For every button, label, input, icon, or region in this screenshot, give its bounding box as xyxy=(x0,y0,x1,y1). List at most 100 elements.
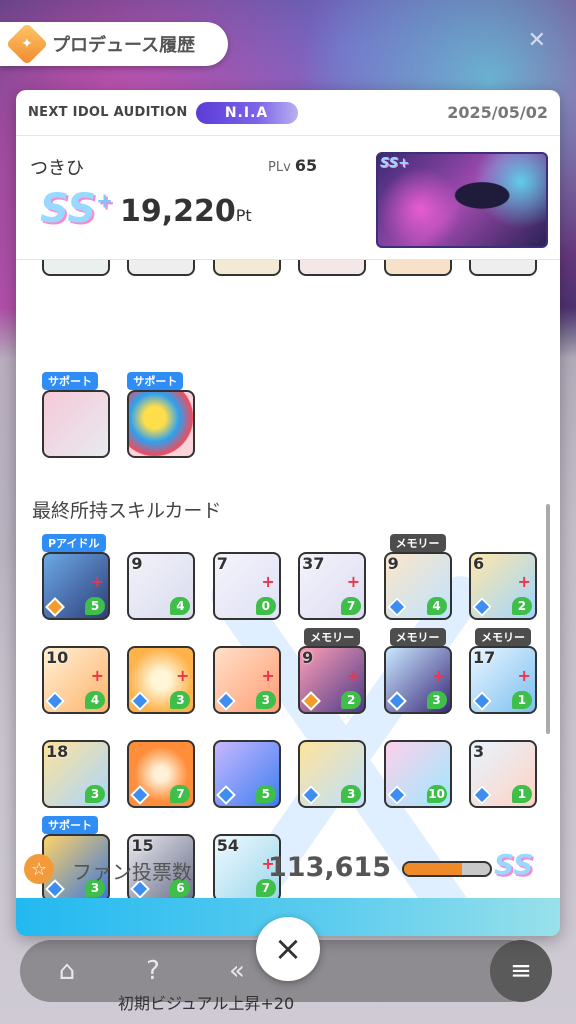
background-close-icon: ✕ xyxy=(527,28,546,53)
memory-tag: メモリー xyxy=(389,628,446,646)
audition-tag: N.I.A xyxy=(195,101,298,124)
support-item-card[interactable] xyxy=(127,390,196,458)
skill-card[interactable]: 9 +2 xyxy=(298,646,367,714)
card-number: 37 xyxy=(302,554,325,573)
effect-icon xyxy=(301,785,322,805)
menu-button[interactable]: ≡ xyxy=(490,940,552,1002)
card-cost: 7 xyxy=(341,597,362,615)
memory-tag: メモリー xyxy=(474,628,531,646)
close-button[interactable]: × xyxy=(256,917,320,981)
card-number: 7 xyxy=(216,554,228,573)
idol-thumbnail[interactable]: SS+ xyxy=(376,152,548,248)
effect-icon xyxy=(386,691,407,711)
skill-card[interactable]: 7 +0 xyxy=(212,552,281,620)
item-card[interactable] xyxy=(468,260,537,276)
memory-tag: メモリー xyxy=(304,628,361,646)
skill-card[interactable]: 37 +7 xyxy=(298,552,367,620)
card-header: NEXT IDOL AUDITION N.I.A 2025/05/02 xyxy=(16,90,560,136)
effect-icon xyxy=(472,691,492,711)
support-tag: サポート xyxy=(42,372,98,390)
item-card[interactable] xyxy=(42,260,110,276)
producer-level: PLv 65 xyxy=(268,156,317,175)
skill-card-row: 18 3 7 5 3 10 31 xyxy=(42,740,554,808)
score-unit: Pt xyxy=(235,206,252,225)
skill-card[interactable]: 10 +4 xyxy=(42,646,110,714)
upgrade-plus: + xyxy=(90,666,104,685)
upgrade-plus: + xyxy=(175,666,190,685)
item-card[interactable] xyxy=(127,260,196,276)
star-icon: ☆ xyxy=(24,854,54,884)
skill-card[interactable]: 5 xyxy=(212,740,281,808)
support-tag: サポート xyxy=(42,816,98,834)
fan-vote-progress xyxy=(402,861,492,877)
fan-rank-badge: SS xyxy=(494,848,534,881)
skill-card[interactable]: 10 xyxy=(383,740,452,808)
page-title: プロデュース履歴 xyxy=(52,35,196,56)
card-cost: 3 xyxy=(170,691,191,709)
skill-card[interactable]: 17 +1 xyxy=(468,646,537,714)
audition-name: NEXT IDOL AUDITION xyxy=(28,105,188,120)
home-icon[interactable]: ⌂ xyxy=(48,952,86,990)
fan-vote-label: ファン投票数 xyxy=(72,860,192,884)
effect-icon xyxy=(215,785,236,805)
support-item-card[interactable] xyxy=(42,390,110,458)
bottom-caption: 初期ビジュアル上昇+20 xyxy=(118,994,295,1013)
card-cost: 7 xyxy=(170,785,191,803)
upgrade-plus: + xyxy=(261,572,275,591)
upgrade-plus: + xyxy=(90,572,104,591)
effect-icon xyxy=(301,691,322,711)
item-card[interactable] xyxy=(298,260,367,276)
scrollbar[interactable] xyxy=(546,504,550,734)
card-cost: 3 xyxy=(85,785,105,803)
skill-card-row: 10 +4 +3 +3 メモリー 9 +2 メモリー +3 メモリー 17 +1 xyxy=(42,628,554,714)
produce-summary: つきひ PLv 65 SS+ 19,220Pt SS+ xyxy=(16,136,560,260)
partial-item-row xyxy=(42,260,554,276)
skill-card[interactable]: 18 3 xyxy=(42,740,110,808)
skill-card[interactable]: +3 xyxy=(127,646,196,714)
idol-name: つきひ xyxy=(30,158,84,179)
history-scroll-area[interactable]: サポート サポート 最終所持スキルカード Pアイドル +5 94 7 +0 37 +7… xyxy=(16,260,560,900)
card-number: 17 xyxy=(472,648,496,667)
effect-icon xyxy=(130,785,151,805)
skill-card[interactable]: 31 xyxy=(468,740,537,808)
skill-card[interactable]: +3 xyxy=(212,646,281,714)
effect-icon xyxy=(215,691,236,711)
skill-card[interactable]: +5 xyxy=(42,552,110,620)
skill-card[interactable]: 94 xyxy=(383,552,452,620)
card-cost: 0 xyxy=(255,597,276,615)
effect-icon xyxy=(472,785,492,805)
back-icon[interactable]: « xyxy=(218,952,256,990)
skill-card[interactable]: 6 +2 xyxy=(468,552,537,620)
fan-vote-progress-fill xyxy=(404,863,463,875)
p-idol-tag: Pアイドル xyxy=(42,534,106,552)
produce-date: 2025/05/02 xyxy=(447,103,548,122)
upgrade-plus: + xyxy=(432,666,446,685)
skill-card[interactable]: 3 xyxy=(298,740,367,808)
support-item-row: サポート サポート xyxy=(42,372,213,458)
rank-plus: + xyxy=(96,188,113,213)
upgrade-plus: + xyxy=(346,572,361,591)
thumbnail-rank-badge: SS+ xyxy=(380,156,410,171)
effect-icon xyxy=(472,597,492,617)
card-cost: 2 xyxy=(341,691,362,709)
card-number: 18 xyxy=(46,742,69,761)
fan-vote-value: 113,615 xyxy=(268,852,391,883)
card-number: 9 xyxy=(131,554,143,573)
card-cost: 1 xyxy=(511,785,532,803)
card-number: 3 xyxy=(472,742,485,761)
item-card[interactable] xyxy=(212,260,281,276)
card-cost: 3 xyxy=(255,691,276,709)
card-number: 10 xyxy=(46,648,69,667)
effect-icon xyxy=(130,691,151,711)
skill-card[interactable]: +3 xyxy=(383,646,452,714)
upgrade-plus: + xyxy=(517,666,531,685)
memory-tag: メモリー xyxy=(389,534,446,552)
card-cost: 4 xyxy=(85,691,105,709)
fan-vote-row: ☆ ファン投票数 113,615 SS xyxy=(16,848,560,892)
card-cost: 4 xyxy=(170,597,191,615)
upgrade-plus: + xyxy=(346,666,361,685)
skill-card[interactable]: 94 xyxy=(127,552,196,620)
item-card[interactable] xyxy=(383,260,452,276)
skill-card[interactable]: 7 xyxy=(127,740,196,808)
help-icon[interactable]: ? xyxy=(134,952,172,990)
